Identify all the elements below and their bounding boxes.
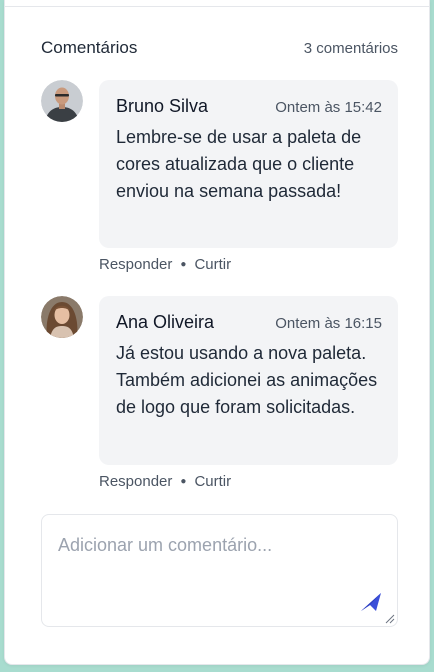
comments-header: Comentários 3 comentários: [41, 38, 398, 58]
comments-panel: Comentários 3 comentários Bruno Silva On…: [4, 0, 430, 665]
like-link[interactable]: Curtir: [194, 473, 231, 490]
comment-bubble: Bruno Silva Ontem às 15:42 Lembre-se de …: [99, 80, 398, 248]
panel-top-divider: [5, 0, 429, 7]
comment-input[interactable]: [42, 515, 397, 626]
comments-title: Comentários: [41, 38, 138, 57]
comment-author: Bruno Silva: [116, 96, 209, 116]
comment-timestamp: Ontem às 16:15: [275, 315, 382, 332]
comment-bubble: Ana Oliveira Ontem às 16:15 Já estou usa…: [99, 296, 398, 465]
separator-dot-icon: ●: [180, 476, 187, 487]
send-icon[interactable]: [359, 590, 383, 614]
comment-text: Já estou usando a nova paleta. Também ad…: [116, 343, 378, 417]
comments-count: 3 comentários: [303, 40, 398, 57]
comment-actions: Responder ● Curtir: [99, 473, 231, 490]
comment-actions: Responder ● Curtir: [99, 256, 231, 273]
like-link[interactable]: Curtir: [194, 256, 231, 273]
comment-timestamp: Ontem às 15:42: [275, 99, 382, 116]
comment-compose-box: [41, 514, 398, 627]
comment-author: Ana Oliveira: [116, 312, 215, 332]
separator-dot-icon: ●: [180, 259, 187, 270]
resize-handle-icon[interactable]: [385, 614, 395, 624]
avatar: [41, 296, 83, 338]
reply-link[interactable]: Responder: [99, 256, 172, 273]
reply-link[interactable]: Responder: [99, 473, 172, 490]
comment-text: Lembre-se de usar a paleta de cores atua…: [116, 127, 362, 201]
avatar: [41, 80, 83, 122]
